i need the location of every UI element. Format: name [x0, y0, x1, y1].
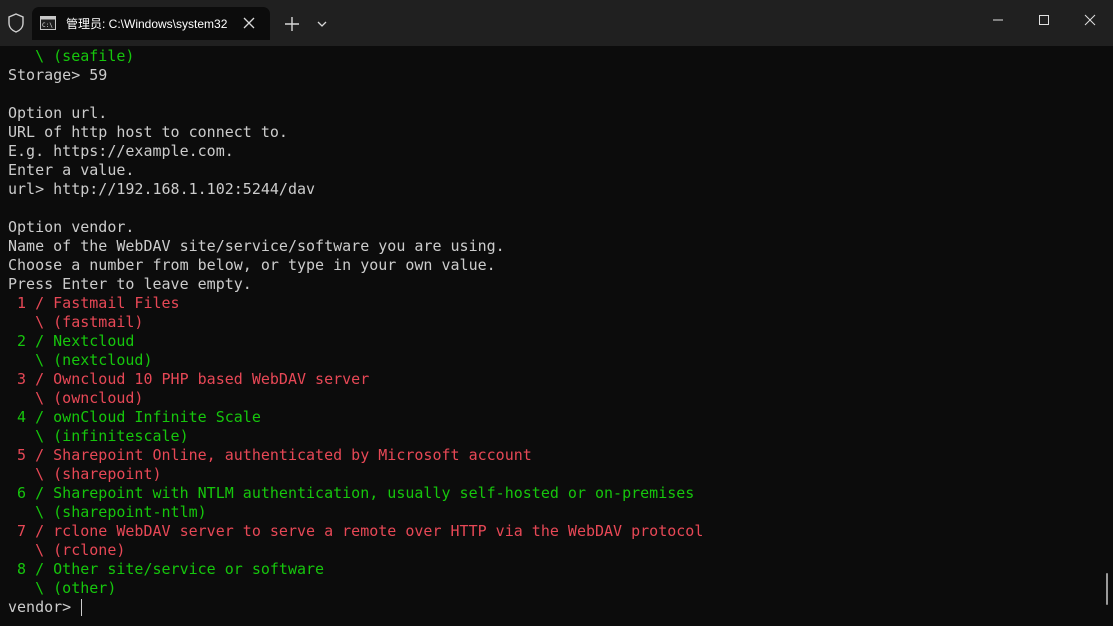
terminal-line: Enter a value. [8, 161, 135, 179]
scrollbar-thumb[interactable] [1106, 573, 1108, 605]
terminal-line: 7 / rclone WebDAV server to serve a remo… [8, 522, 704, 540]
terminal-line: 6 / Sharepoint with NTLM authentication,… [8, 484, 695, 502]
terminal-line: Choose a number from below, or type in y… [8, 256, 496, 274]
tab-terminal[interactable]: C:\ 管理员: C:\Windows\system32 [32, 7, 270, 40]
minimize-button[interactable] [975, 0, 1021, 40]
terminal-line: \ (seafile) [8, 47, 135, 65]
terminal-line: url> http://192.168.1.102:5244/dav [8, 180, 316, 198]
shield-icon [8, 13, 24, 33]
terminal-line: 8 / Other site/service or software [8, 560, 325, 578]
close-icon [1084, 14, 1096, 26]
terminal-line: Press Enter to leave empty. [8, 275, 252, 293]
chevron-down-icon[interactable] [313, 14, 331, 34]
terminal-output[interactable]: \ (seafile) Storage> 59 Option url. URL of … [0, 46, 1113, 626]
plus-icon[interactable] [282, 14, 302, 34]
terminal-line: Name of the WebDAV site/service/software… [8, 237, 505, 255]
terminal-line: 3 / Owncloud 10 PHP based WebDAV server [8, 370, 370, 388]
terminal-line: \ (infinitescale) [8, 427, 189, 445]
terminal-line: E.g. https://example.com. [8, 142, 234, 160]
output-lines: \ (seafile) Storage> 59 Option url. URL of … [8, 47, 703, 617]
terminal-line: 5 / Sharepoint Online, authenticated by … [8, 446, 532, 464]
svg-text:C:\: C:\ [42, 22, 53, 29]
minimize-icon [993, 19, 1003, 21]
close-icon[interactable] [240, 14, 258, 32]
terminal-line: \ (nextcloud) [8, 351, 153, 369]
terminal-line: \ (sharepoint-ntlm) [8, 503, 207, 521]
terminal-line: 2 / Nextcloud [8, 332, 135, 350]
terminal-line: \ (fastmail) [8, 313, 144, 331]
prompt-label: vendor> [8, 598, 81, 616]
terminal-line: 4 / ownCloud Infinite Scale [8, 408, 261, 426]
terminal-line: \ (owncloud) [8, 389, 144, 407]
tab-title: 管理员: C:\Windows\system32 [66, 17, 228, 31]
terminal-line: URL of http host to connect to. [8, 123, 288, 141]
text-cursor [81, 599, 83, 616]
terminal-line: \ (rclone) [8, 541, 126, 559]
terminal-line: 1 / Fastmail Files [8, 294, 180, 312]
terminal-icon: C:\ [40, 16, 56, 30]
maximize-button[interactable] [1021, 0, 1067, 40]
terminal-line: \ (other) [8, 579, 117, 597]
terminal-line: \ (sharepoint) [8, 465, 162, 483]
terminal-line: Option url. [8, 104, 108, 122]
terminal-window: C:\ 管理员: C:\Windows\system32 \ (seafile)… [0, 0, 1113, 626]
prompt-line[interactable]: vendor> [8, 598, 703, 617]
close-window-button[interactable] [1067, 0, 1113, 40]
maximize-icon [1039, 15, 1049, 25]
title-bar: C:\ 管理员: C:\Windows\system32 [0, 0, 1113, 46]
terminal-line: Storage> 59 [8, 66, 108, 84]
terminal-line: Option vendor. [8, 218, 135, 236]
